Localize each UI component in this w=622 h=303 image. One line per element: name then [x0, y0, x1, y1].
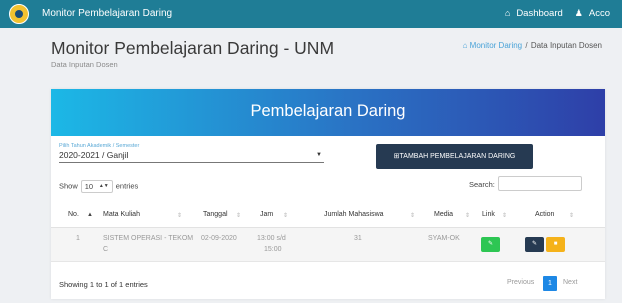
page-subtitle: Data Inputan Dosen: [51, 60, 118, 69]
edit-icon: ✎: [531, 241, 538, 247]
caret-down-icon: ▲▼: [98, 183, 109, 189]
main-card: Pembelajaran Daring Pilih Tahun Akademik…: [51, 89, 605, 299]
sort-icon: ⇕: [465, 213, 471, 219]
edit-button[interactable]: ✎: [525, 237, 544, 252]
breadcrumb-home-link[interactable]: ⌂ Monitor Daring: [463, 41, 523, 50]
breadcrumb: ⌂ Monitor Daring / Data Inputan Dosen: [463, 41, 602, 50]
university-seal-icon[interactable]: [9, 4, 29, 24]
sort-icon: ⇕: [236, 213, 242, 219]
show-label: Show: [59, 181, 78, 191]
cell-tanggal: 02-09-2020: [201, 235, 237, 242]
user-icon: ♟: [574, 8, 583, 18]
column-action[interactable]: Action: [535, 211, 554, 218]
entries-select[interactable]: 10 ▲▼: [80, 180, 113, 193]
caret-down-icon: ▼: [316, 152, 322, 158]
column-mata-kuliah[interactable]: Mata Kuliah: [103, 211, 140, 218]
home-icon: ⌂: [462, 41, 468, 50]
sort-icon: ⇕: [410, 213, 416, 219]
add-button-label: TAMBAH PEMBELAJARAN DARING: [399, 153, 516, 160]
column-media[interactable]: Media: [434, 211, 453, 218]
cell-jumlah: 31: [354, 235, 362, 242]
pagination-previous[interactable]: Previous: [507, 279, 534, 286]
table-row: 1 SISTEM OPERASI - TEKOM C 02-09-2020 13…: [51, 228, 605, 262]
semester-select[interactable]: 2020-2021 / Ganjil ▼: [59, 149, 324, 163]
search-label: Search:: [469, 180, 495, 189]
top-navbar: Monitor Pembelajaran Daring ⌂ Dashboard ♟ A…: [0, 0, 622, 28]
delete-button[interactable]: ■: [546, 237, 565, 252]
navbar-brand[interactable]: Monitor Pembelajaran Daring: [42, 8, 172, 19]
table-info: Showing 1 to 1 of 1 entries: [59, 280, 148, 289]
cell-mata-kuliah-line1: SISTEM OPERASI - TEKOM: [103, 235, 194, 242]
account-label: Acco: [588, 8, 610, 19]
card-header: Pembelajaran Daring: [51, 89, 605, 136]
column-jumlah-mahasiswa[interactable]: Jumlah Mahasiswa: [324, 211, 384, 218]
entries-length-control: Show 10 ▲▼ entries: [59, 180, 138, 193]
breadcrumb-separator: /: [525, 41, 528, 50]
column-tanggal[interactable]: Tanggal: [203, 211, 228, 218]
semester-value: 2020-2021 / Ganjil: [59, 150, 129, 160]
trash-icon: ■: [553, 241, 558, 247]
column-jam[interactable]: Jam: [260, 211, 273, 218]
sort-icon: ⇕: [283, 213, 289, 219]
add-pembelajaran-button[interactable]: ⊞TAMBAH PEMBELAJARAN DARING: [376, 144, 533, 169]
breadcrumb-home-label: Monitor Daring: [469, 41, 523, 50]
pagination-page-1[interactable]: 1: [543, 276, 557, 291]
table-header: No. ▲ Mata Kuliah ⇕ Tanggal ⇕ Jam ⇕ Juml…: [51, 202, 605, 228]
sort-icon: ⇕: [502, 213, 508, 219]
cell-no: 1: [76, 235, 80, 242]
pagination-next[interactable]: Next: [563, 279, 577, 286]
home-icon: ⌂: [504, 8, 511, 18]
sort-asc-icon: ▲: [87, 212, 93, 218]
dashboard-link[interactable]: ⌂ Dashboard: [505, 8, 569, 19]
navbar-right: ⌂ Dashboard ♟ Acco: [505, 8, 622, 19]
link-button[interactable]: ✎: [481, 237, 500, 252]
page-title: Monitor Pembelajaran Daring - UNM: [51, 38, 335, 58]
sort-icon: ⇕: [569, 213, 575, 219]
breadcrumb-current: Data Inputan Dosen: [530, 41, 602, 50]
column-link[interactable]: Link: [482, 211, 495, 218]
entries-value: 10: [84, 182, 94, 191]
link-icon: ✎: [487, 241, 494, 247]
cell-mata-kuliah-line2: C: [103, 246, 109, 253]
sort-icon: ⇕: [177, 213, 183, 219]
dashboard-label: Dashboard: [516, 8, 563, 19]
account-link[interactable]: ♟ Acco: [575, 8, 616, 19]
search-input[interactable]: [498, 176, 582, 191]
cell-media: SYAM-OK: [428, 235, 460, 242]
column-no[interactable]: No.: [68, 211, 79, 218]
cell-jam-line2: 15:00: [264, 246, 282, 253]
cell-jam-line1: 13:00 s/d: [257, 235, 286, 242]
entries-label: entries: [115, 181, 139, 191]
